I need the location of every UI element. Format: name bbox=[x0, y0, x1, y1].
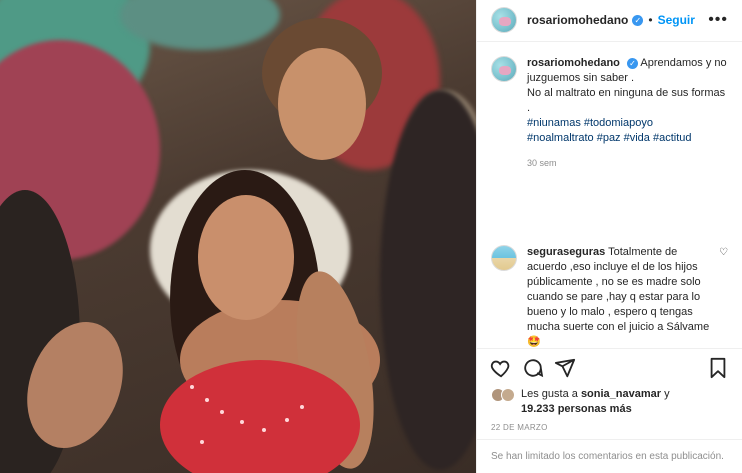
liker-username[interactable]: sonia_navamar bbox=[581, 388, 661, 400]
comment-body: seguraseguras Totalmente de acuerdo ,eso… bbox=[527, 245, 713, 348]
caption-timestamp[interactable]: 30 sem bbox=[527, 156, 728, 171]
comments-section[interactable]: rosariomohedano ✓ Aprendamos y no juzgue… bbox=[477, 42, 742, 348]
caption-line-2: No al maltrato en ninguna de sus formas bbox=[527, 86, 726, 99]
photo-sparkle bbox=[262, 428, 266, 432]
more-options-icon[interactable]: ••• bbox=[708, 11, 728, 29]
caption-hashtags-1[interactable]: #niunamas #todomiapoyo bbox=[527, 117, 653, 129]
caption-body: rosariomohedano ✓ Aprendamos y no juzgue… bbox=[527, 56, 728, 171]
commenter-avatar[interactable] bbox=[491, 244, 517, 271]
verified-badge-icon: ✓ bbox=[626, 57, 638, 69]
action-bar bbox=[477, 347, 742, 388]
bookmark-icon[interactable] bbox=[706, 356, 730, 380]
comment-item: seguraseguras Totalmente de acuerdo ,eso… bbox=[491, 244, 728, 348]
caption-hashtags-2[interactable]: #noalmaltrato #paz #vida #actitud bbox=[527, 132, 692, 144]
likes-prefix: Les gusta a bbox=[521, 388, 581, 401]
comment-text: Totalmente de acuerdo ,eso incluye el de… bbox=[527, 245, 710, 348]
photo-sparkle bbox=[200, 440, 204, 444]
caption: rosariomohedano ✓ Aprendamos y no juzgue… bbox=[491, 55, 728, 171]
header-separator: • bbox=[648, 13, 653, 28]
likes-conjunction: y bbox=[661, 388, 670, 401]
photo-sparkle bbox=[300, 405, 304, 409]
instagram-post: rosariomohedano ✓ • Seguir ••• rosariomo… bbox=[0, 0, 742, 473]
photo-person-back-face bbox=[278, 48, 366, 160]
comment-like-heart-icon[interactable]: ♡ bbox=[719, 247, 728, 258]
caption-username[interactable]: rosariomohedano bbox=[527, 57, 620, 69]
likes-count[interactable]: 19.233 personas más bbox=[521, 403, 632, 415]
follow-button[interactable]: Seguir bbox=[658, 13, 695, 27]
author-avatar[interactable] bbox=[491, 7, 517, 34]
author-username[interactable]: rosariomohedano bbox=[527, 13, 628, 27]
caption-author-avatar[interactable] bbox=[491, 55, 517, 82]
verified-badge-icon: ✓ bbox=[632, 14, 644, 26]
likes-text: Les gusta a sonia_navamar y 19.233 perso… bbox=[521, 387, 670, 417]
post-header: rosariomohedano ✓ • Seguir ••• bbox=[477, 0, 742, 42]
post-date[interactable]: 22 DE MARZO bbox=[477, 417, 742, 439]
share-icon[interactable] bbox=[553, 356, 577, 380]
post-photo[interactable] bbox=[0, 0, 476, 473]
liker-avatar bbox=[501, 388, 515, 403]
photo-sparkle bbox=[285, 418, 289, 422]
photo-sparkle bbox=[240, 420, 244, 424]
post-side-panel: rosariomohedano ✓ • Seguir ••• rosariomo… bbox=[476, 0, 742, 473]
liker-avatars bbox=[491, 388, 515, 403]
comment-icon[interactable] bbox=[521, 356, 545, 380]
photo-person-front-face bbox=[198, 195, 294, 320]
photo-sparkle bbox=[220, 410, 224, 414]
likes-summary: Les gusta a sonia_navamar y 19.233 perso… bbox=[477, 387, 742, 417]
heart-icon[interactable] bbox=[489, 356, 513, 380]
comments-limited-notice: Se han limitado los comentarios en esta … bbox=[477, 439, 742, 473]
photo-sparkle bbox=[205, 398, 209, 402]
commenter-username[interactable]: seguraseguras bbox=[527, 246, 605, 258]
caption-line-3: . bbox=[527, 101, 531, 114]
photo-sparkle bbox=[190, 385, 194, 389]
